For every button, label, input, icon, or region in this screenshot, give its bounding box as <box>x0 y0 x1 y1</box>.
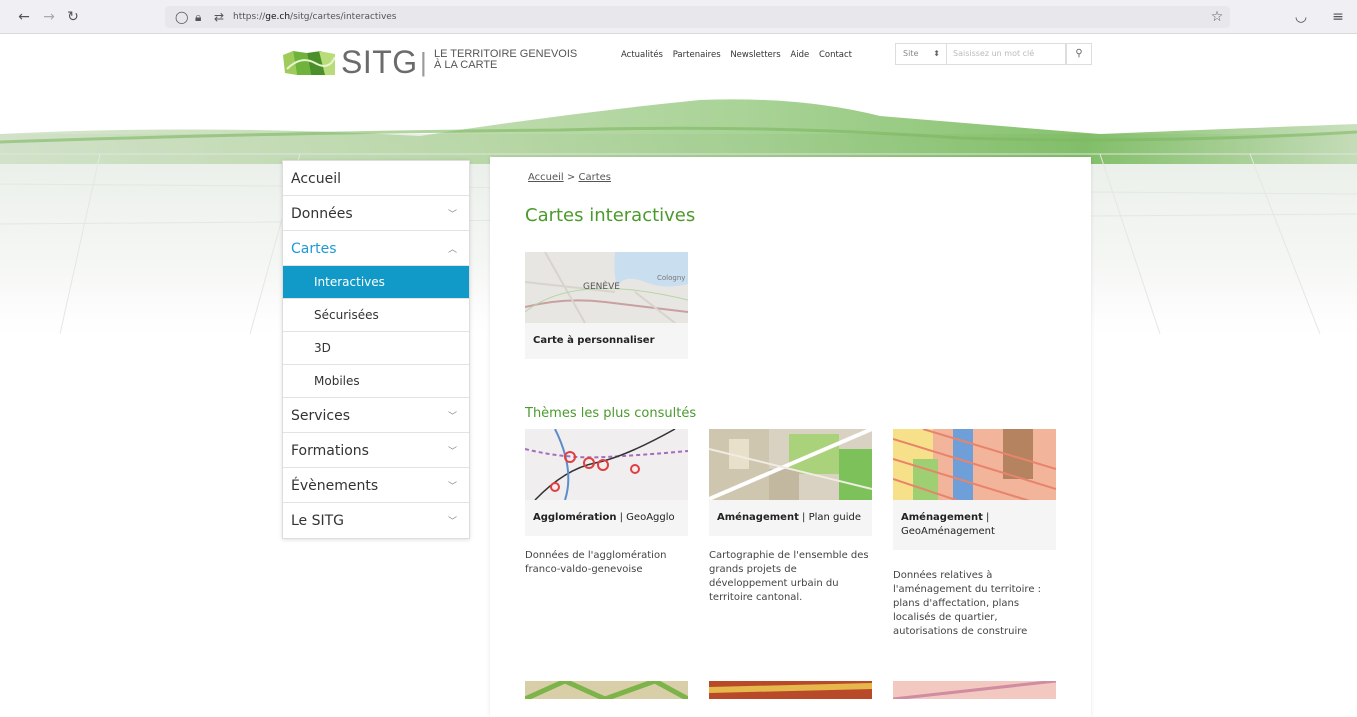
nav-link-actualites[interactable]: Actualités <box>621 50 663 60</box>
permissions-icon[interactable]: ⇄ <box>214 9 224 25</box>
sidebar-item-label: Accueil <box>291 171 341 187</box>
logo-separator: | <box>420 47 427 77</box>
sitg-logo-icon[interactable] <box>283 51 335 75</box>
address-bar[interactable]: ◯ 🔒︎ ⇄ https://ge.ch/sitg/cartes/interac… <box>165 6 1230 28</box>
section-title: Thèmes les plus consultés <box>525 406 697 421</box>
map-label-geneve: GENÈVE <box>583 280 620 292</box>
sidebar-subitem-interactives[interactable]: Interactives <box>283 266 469 299</box>
breadcrumb-current-link[interactable]: Cartes <box>578 172 611 183</box>
sidebar-item-label: Formations <box>291 443 369 459</box>
chevron-down-icon: ﹀ <box>447 517 457 527</box>
sidebar-subitem-3d[interactable]: 3D <box>283 332 469 365</box>
sidebar-subitem-label: Mobiles <box>314 374 360 388</box>
browser-toolbar: ← → ↻ ◯ 🔒︎ ⇄ https://ge.ch/sitg/cartes/i… <box>0 0 1357 34</box>
nav-link-partenaires[interactable]: Partenaires <box>673 50 721 60</box>
sidebar-item-evenements[interactable]: Évènements ﹀ <box>283 468 469 503</box>
url-domain: ge.ch <box>265 12 291 22</box>
search-button[interactable]: ⚲ <box>1066 43 1092 65</box>
sidebar-subitem-mobiles[interactable]: Mobiles <box>283 365 469 398</box>
theme-card-geoagglo[interactable]: Agglomération | GeoAgglo Données de l'ag… <box>525 429 688 577</box>
map-label-cologny: Cologny <box>657 274 685 282</box>
theme-title-bold: Aménagement <box>901 512 983 523</box>
logo-tagline: LE TERRITOIRE GENEVOIS À LA CARTE <box>434 49 577 71</box>
back-icon[interactable]: ← <box>15 8 33 26</box>
nav-link-newsletters[interactable]: Newsletters <box>730 50 780 60</box>
theme-thumbnail-partial[interactable] <box>893 681 1056 699</box>
url-path: /sitg/cartes/interactives <box>290 12 397 22</box>
chevron-up-icon: ︿ <box>447 245 457 255</box>
pocket-icon[interactable]: ◡ <box>1292 8 1310 26</box>
chevron-down-icon: ﹀ <box>447 447 457 457</box>
sidebar-item-label: Données <box>291 206 353 222</box>
lock-icon[interactable]: 🔒︎ <box>195 9 201 25</box>
chevron-down-icon: ﹀ <box>447 210 457 220</box>
theme-description: Données relatives à l'aménagement du ter… <box>893 570 1042 637</box>
custom-map-card[interactable]: GENÈVE Cologny Carte à personnaliser <box>525 252 688 359</box>
sidebar-item-le-sitg[interactable]: Le SITG ﹀ <box>283 503 469 538</box>
bookmark-star-icon[interactable]: ☆ <box>1208 8 1226 26</box>
sidebar-subitem-securisees[interactable]: Sécurisées <box>283 299 469 332</box>
menu-icon[interactable]: ≡ <box>1329 8 1347 26</box>
geoagglo-thumbnail <box>525 429 688 500</box>
search-input[interactable]: Saisissez un mot clé <box>947 43 1066 65</box>
chevron-down-icon: ﹀ <box>447 482 457 492</box>
theme-title-bold: Aménagement <box>717 512 799 523</box>
sidebar-nav: Accueil Données ﹀ Cartes ︿ Interactives … <box>282 160 470 539</box>
nav-link-aide[interactable]: Aide <box>790 50 809 60</box>
sidebar-item-accueil[interactable]: Accueil <box>283 161 469 196</box>
custom-map-thumbnail: GENÈVE Cologny <box>525 252 688 323</box>
forward-icon[interactable]: → <box>40 8 58 26</box>
geoamenagement-thumbnail <box>893 429 1056 500</box>
reload-icon[interactable]: ↻ <box>64 8 82 26</box>
tagline-line2: À LA CARTE <box>434 59 498 71</box>
theme-title: Agglomération | GeoAgglo <box>525 500 688 536</box>
plan-guide-thumbnail <box>709 429 872 500</box>
shield-icon[interactable]: ◯ <box>175 9 188 25</box>
theme-title: Aménagement | GeoAménagement <box>893 500 1056 550</box>
search-scope-select[interactable]: Site ⬍ <box>895 43 947 65</box>
theme-title-rest: | GeoAgglo <box>619 512 675 523</box>
theme-card-plan-guide[interactable]: Aménagement | Plan guide Cartographie de… <box>709 429 872 605</box>
sidebar-item-services[interactable]: Services ﹀ <box>283 398 469 433</box>
theme-card-geoamenagement[interactable]: Aménagement | GeoAménagement Données rel… <box>893 429 1056 639</box>
select-arrows-icon: ⬍ <box>933 49 940 58</box>
theme-title-bold: Agglomération <box>533 512 617 523</box>
sidebar-item-cartes[interactable]: Cartes ︿ <box>283 231 469 266</box>
sidebar-item-label: Évènements <box>291 478 379 494</box>
theme-thumbnail-partial[interactable] <box>525 681 688 699</box>
sidebar-item-formations[interactable]: Formations ﹀ <box>283 433 469 468</box>
theme-thumbnail-partial[interactable] <box>709 681 872 699</box>
search-icon: ⚲ <box>1075 48 1083 59</box>
theme-description: Cartographie de l'ensemble des grands pr… <box>709 550 869 603</box>
chevron-down-icon: ﹀ <box>447 412 457 422</box>
nav-link-contact[interactable]: Contact <box>819 50 852 60</box>
sidebar-subitem-label: Sécurisées <box>314 308 379 322</box>
breadcrumb-home-link[interactable]: Accueil <box>528 172 564 183</box>
breadcrumb-separator: > <box>566 172 576 183</box>
main-content: Accueil > Cartes Cartes interactives GEN… <box>490 157 1091 717</box>
sidebar-subitem-label: Interactives <box>314 275 385 289</box>
page-title: Cartes interactives <box>525 205 696 226</box>
sidebar-item-donnees[interactable]: Données ﹀ <box>283 196 469 231</box>
sidebar-subitem-label: 3D <box>314 341 331 355</box>
theme-title: Aménagement | Plan guide <box>709 500 872 536</box>
search-scope-value: Site <box>903 49 919 58</box>
breadcrumb: Accueil > Cartes <box>528 172 611 183</box>
sidebar-item-label: Services <box>291 408 351 424</box>
url-prefix: https:// <box>233 12 266 22</box>
custom-map-label: Carte à personnaliser <box>525 323 688 359</box>
logo-text[interactable]: SITG <box>341 46 418 78</box>
theme-description: Données de l'agglomération franco-valdo-… <box>525 550 667 575</box>
sidebar-item-label: Le SITG <box>291 513 345 529</box>
theme-title-rest: | Plan guide <box>802 512 862 523</box>
sidebar-item-label: Cartes <box>291 241 337 257</box>
top-navigation: Actualités Partenaires Newsletters Aide … <box>621 50 859 60</box>
